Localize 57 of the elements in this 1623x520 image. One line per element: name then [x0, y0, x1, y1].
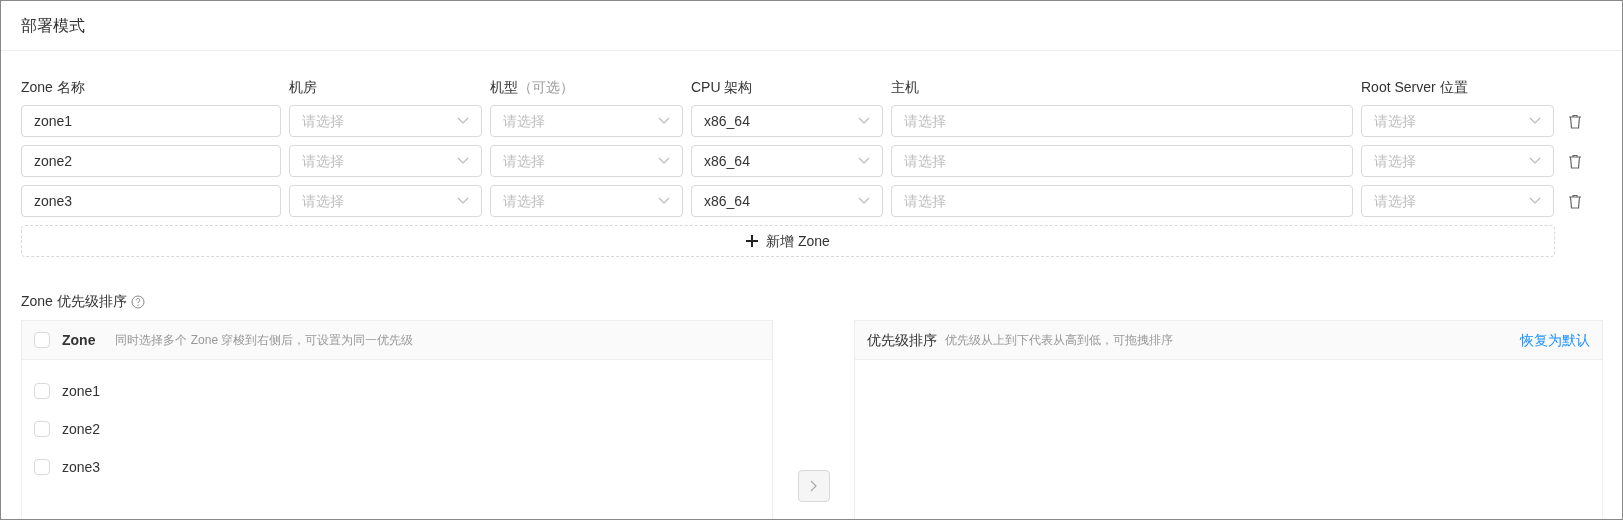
select-field[interactable]: 请选择 [891, 185, 1353, 217]
select-field[interactable]: 请选择 [1361, 185, 1554, 217]
help-icon[interactable] [130, 294, 145, 309]
panel-hint: 同时选择多个 Zone 穿梭到右侧后，可设置为同一优先级 [115, 332, 414, 349]
zone-item[interactable]: zone2 [62, 418, 101, 440]
plus-icon [746, 235, 759, 247]
select-field[interactable]: 请选择 [490, 105, 683, 137]
column-label: Zone 名称 [21, 79, 85, 95]
select-field[interactable]: 请选择 [289, 185, 482, 217]
chevron-down-icon [457, 157, 469, 165]
chevron-down-icon [858, 157, 870, 165]
chevron-down-icon [658, 157, 670, 165]
chevron-down-icon [1529, 117, 1541, 125]
section-label: Zone 优先级排序 [21, 292, 127, 311]
checkbox[interactable] [34, 421, 50, 437]
delete-icon[interactable] [1568, 153, 1582, 169]
column-label: 主机 [891, 79, 919, 95]
column-label: 机型（可选） [490, 79, 574, 95]
chevron-down-icon [457, 197, 469, 205]
panel-title: 优先级排序 [867, 330, 937, 350]
delete-icon[interactable] [1568, 193, 1582, 209]
column-label: Root Server 位置 [1361, 79, 1468, 95]
checkbox[interactable] [34, 459, 50, 475]
chevron-down-icon [1529, 157, 1541, 165]
select-field[interactable]: x86_64 [691, 185, 883, 217]
zone-name-field[interactable]: zone2 [21, 145, 281, 177]
zone-item[interactable]: zone1 [62, 380, 101, 402]
chevron-down-icon [457, 117, 469, 125]
select-field[interactable]: 请选择 [289, 105, 482, 137]
select-field[interactable]: 请选择 [1361, 145, 1554, 177]
chevron-down-icon [858, 117, 870, 125]
add-zone-button[interactable]: 新增 Zone [21, 225, 1555, 257]
column-label: CPU 架构 [691, 79, 753, 95]
delete-icon[interactable] [1568, 113, 1582, 129]
chevron-down-icon [1529, 197, 1541, 205]
chevron-down-icon [658, 197, 670, 205]
chevron-down-icon [858, 197, 870, 205]
select-field[interactable]: x86_64 [691, 145, 883, 177]
zone-name-field[interactable]: zone3 [21, 185, 281, 217]
chevron-down-icon [658, 117, 670, 125]
checkbox[interactable] [34, 332, 50, 348]
chevron-right-icon [809, 480, 818, 492]
panel-hint: 优先级从上到下代表从高到低，可拖拽排序 [945, 332, 1173, 349]
column-label: 机房 [289, 79, 317, 95]
zone-name-field[interactable]: zone1 [21, 105, 281, 137]
reset-link[interactable]: 恢复为默认 [1520, 329, 1590, 351]
select-field[interactable]: 请选择 [490, 145, 683, 177]
panel-title: Zone [62, 330, 96, 350]
select-field[interactable]: 请选择 [1361, 105, 1554, 137]
page-title: 部署模式 [21, 15, 85, 36]
checkbox[interactable] [34, 383, 50, 399]
select-field[interactable]: 请选择 [891, 105, 1353, 137]
zone-item[interactable]: zone3 [62, 456, 101, 478]
select-field[interactable]: 请选择 [891, 145, 1353, 177]
select-field[interactable]: 请选择 [289, 145, 482, 177]
select-field[interactable]: x86_64 [691, 105, 883, 137]
select-field[interactable]: 请选择 [490, 185, 683, 217]
